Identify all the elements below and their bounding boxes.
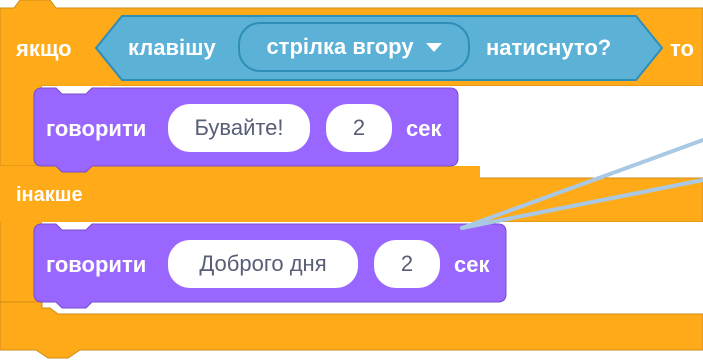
say-unit-top: сек xyxy=(406,116,442,141)
say-message-input-bottom[interactable]: Доброго дня xyxy=(168,240,358,288)
condition-key-label: клавішу xyxy=(128,35,216,60)
if-label: якщо xyxy=(16,36,72,61)
say-seconds-input-top[interactable]: 2 xyxy=(326,104,392,152)
key-dropdown[interactable]: стрілка вгору xyxy=(238,22,470,72)
chevron-down-icon xyxy=(425,42,442,52)
say-seconds-input-bottom[interactable]: 2 xyxy=(374,240,440,288)
say-message-input-top[interactable]: Бувайте! xyxy=(168,104,310,152)
say-verb-top: говорити xyxy=(46,116,147,141)
if-else-block-bottom[interactable] xyxy=(0,301,703,359)
say-verb-bottom: говорити xyxy=(46,252,147,277)
then-label: то xyxy=(670,36,694,61)
key-dropdown-value: стрілка вгору xyxy=(266,34,414,59)
condition-pressed-label: натиснуто? xyxy=(486,35,612,60)
say-unit-bottom: сек xyxy=(454,252,490,277)
else-label: інакше xyxy=(16,184,83,206)
